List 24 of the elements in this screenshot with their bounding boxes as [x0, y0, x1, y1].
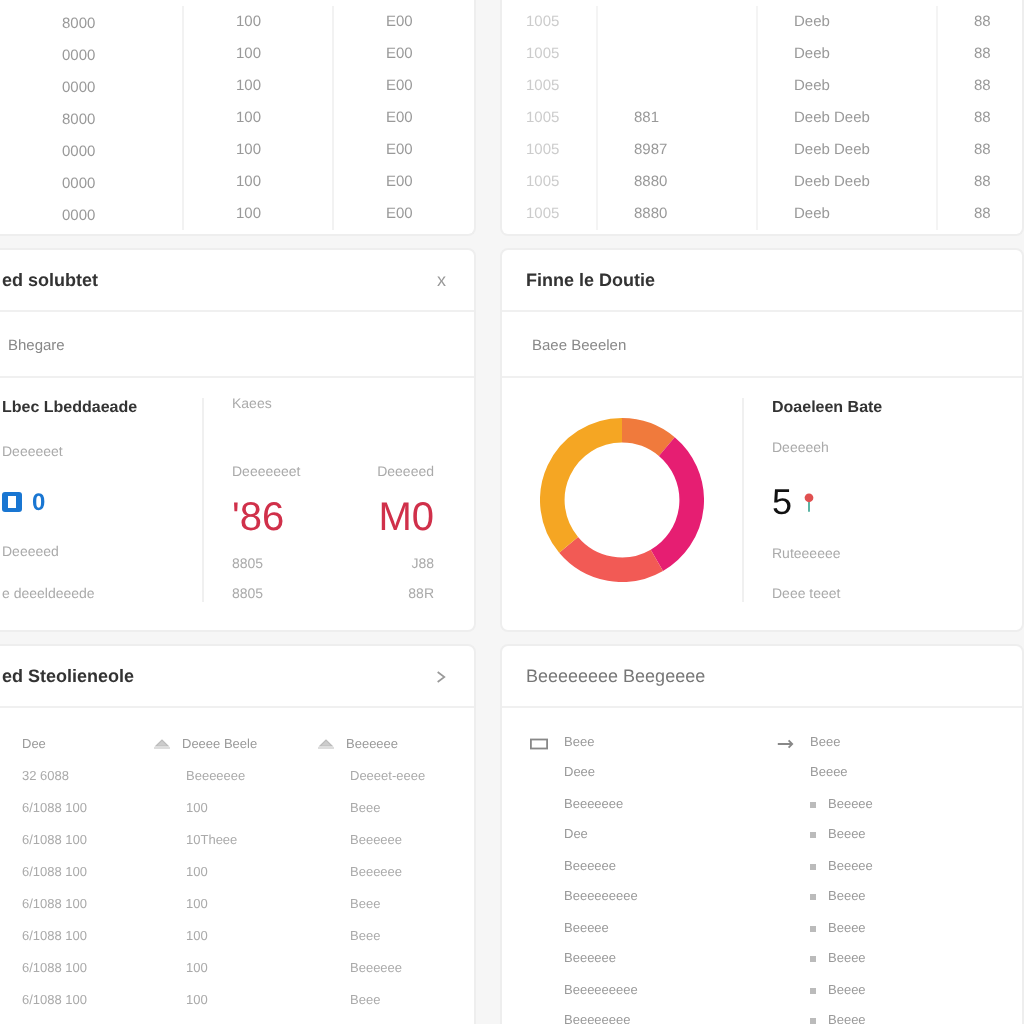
close-button[interactable]: x — [437, 270, 446, 290]
bullet-icon — [810, 863, 816, 870]
card-title: ed Steolieneole — [2, 666, 135, 686]
bullet-icon — [810, 801, 816, 808]
sort-icon[interactable] — [154, 738, 170, 750]
stat-value: 0 — [32, 488, 46, 516]
bullet-icon — [810, 956, 816, 963]
stat-value: '86 — [232, 496, 287, 542]
bullet-icon — [810, 925, 816, 932]
chevron-right-icon[interactable] — [436, 669, 446, 683]
stat-value: M0 — [378, 496, 434, 542]
bullet-icon — [810, 987, 816, 994]
stat-value: 5 — [772, 481, 793, 523]
folder-icon — [530, 737, 548, 749]
bullet-icon — [810, 1018, 816, 1024]
sort-icon[interactable] — [318, 738, 334, 750]
card-title: Beeeeeeee Beegeeee — [526, 666, 706, 686]
link-icon — [776, 737, 794, 749]
section-heading: Doaeleen Bate — [772, 398, 885, 416]
card-title: Finne le Doutie — [526, 270, 656, 290]
card-title: ed solubtet — [2, 270, 99, 290]
bullet-icon — [810, 894, 816, 901]
section-heading: Lbec Lbeddaeade — [2, 398, 140, 416]
bullet-icon — [810, 832, 816, 839]
